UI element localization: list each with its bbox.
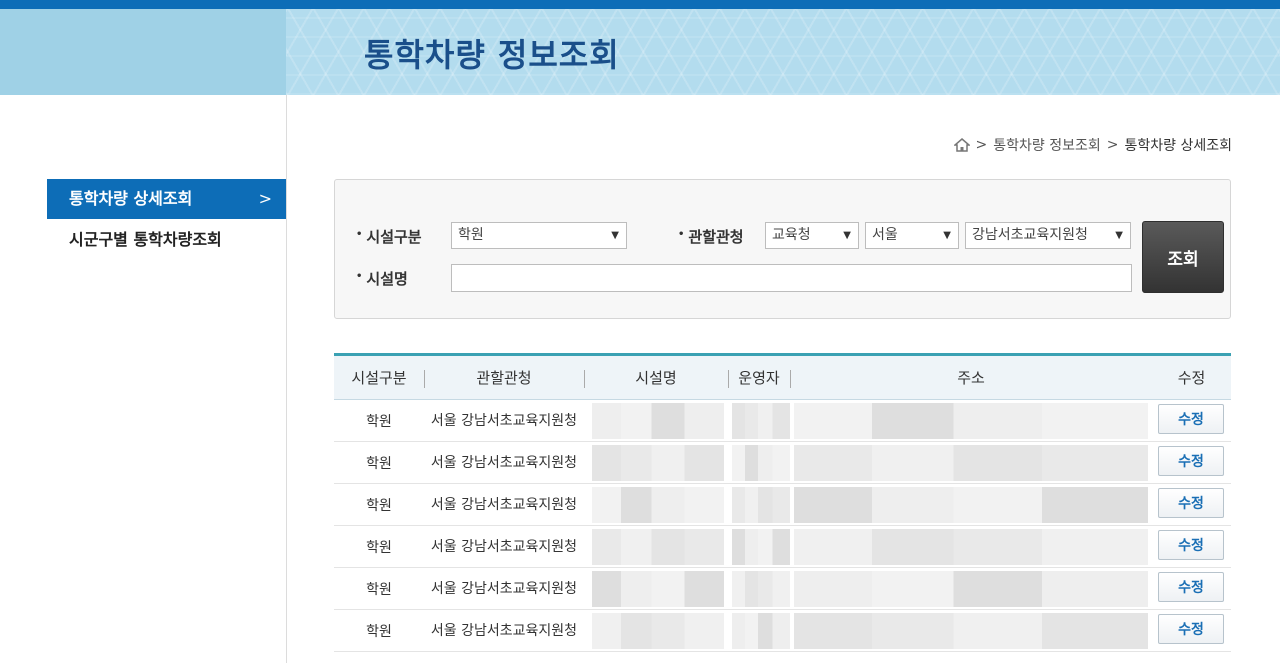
sidebar-item-label: 통학차량 상세조회 <box>69 189 193 208</box>
cell-facility-type: 학원 <box>366 623 392 640</box>
agency-label: • 관할관청 <box>678 228 744 246</box>
cell-facility-type: 학원 <box>366 455 392 472</box>
office-value: 강남서초교육지원청 <box>972 227 1088 243</box>
table-row: 학원 서울 강남서초교육지원청 수정 <box>334 442 1231 484</box>
facility-name-input[interactable] <box>451 264 1132 292</box>
edit-button[interactable]: 수정 <box>1158 614 1224 644</box>
cell-agency: 서울 강남서초교육지원청 <box>430 496 578 513</box>
office-select[interactable]: 강남서초교육지원청 ▼ <box>965 222 1131 249</box>
cell-operator-redacted <box>732 487 790 523</box>
search-panel <box>334 179 1231 319</box>
breadcrumb: > 통학차량 정보조회 > 통학차량 상세조회 <box>952 135 1233 155</box>
page-title: 통학차량 정보조회 <box>364 36 620 74</box>
cell-facility-name-redacted <box>592 445 724 481</box>
bullet-icon: • <box>678 229 685 240</box>
column-header: 운영자 <box>738 369 780 387</box>
facility-type-label: • 시설구분 <box>356 228 422 246</box>
cell-address-redacted <box>794 571 1148 607</box>
cell-operator-redacted <box>732 529 790 565</box>
region-value: 서울 <box>872 227 898 243</box>
table-row: 학원 서울 강남서초교육지원청 수정 <box>334 568 1231 610</box>
sidebar-divider <box>286 95 287 663</box>
edit-button[interactable]: 수정 <box>1158 404 1224 434</box>
cell-operator-redacted <box>732 445 790 481</box>
cell-agency: 서울 강남서초교육지원청 <box>430 412 578 429</box>
table-row: 학원 서울 강남서초교육지원청 수정 <box>334 484 1231 526</box>
edit-button[interactable]: 수정 <box>1158 530 1224 560</box>
edit-button[interactable]: 수정 <box>1158 446 1224 476</box>
cell-facility-name-redacted <box>592 487 724 523</box>
bullet-icon: • <box>356 229 363 240</box>
cell-operator-redacted <box>732 571 790 607</box>
cell-facility-type: 학원 <box>366 539 392 556</box>
dropdown-arrow-icon: ▼ <box>1115 230 1123 241</box>
header-banner-left <box>0 9 286 95</box>
cell-facility-type: 학원 <box>366 581 392 598</box>
top-accent-bar <box>0 0 1280 9</box>
dropdown-arrow-icon: ▼ <box>843 230 851 241</box>
facility-name-label: • 시설명 <box>356 270 408 288</box>
edit-button[interactable]: 수정 <box>1158 488 1224 518</box>
cell-address-redacted <box>794 613 1148 649</box>
column-header: 시설명 <box>635 369 677 387</box>
agency-type-select[interactable]: 교육청 ▼ <box>765 222 859 249</box>
cell-facility-name-redacted <box>592 403 724 439</box>
table-row: 학원 서울 강남서초교육지원청 수정 <box>334 526 1231 568</box>
breadcrumb-separator: > <box>1106 137 1119 153</box>
search-button[interactable]: 조회 <box>1142 221 1224 293</box>
breadcrumb-item[interactable]: 통학차량 정보조회 <box>993 135 1101 155</box>
sidebar-item-district-lookup[interactable]: 시군구별 통학차량조회 <box>47 220 286 260</box>
region-select[interactable]: 서울 ▼ <box>865 222 959 249</box>
cell-facility-type: 학원 <box>366 497 392 514</box>
cell-agency: 서울 강남서초교육지원청 <box>430 454 578 471</box>
cell-agency: 서울 강남서초교육지원청 <box>430 580 578 597</box>
cell-address-redacted <box>794 529 1148 565</box>
table-header: 시설구분 관할관청 시설명 운영자 주소 수정 <box>334 353 1231 400</box>
sidebar-item-label: 시군구별 통학차량조회 <box>69 230 222 249</box>
cell-facility-name-redacted <box>592 613 724 649</box>
cell-facility-name-redacted <box>592 529 724 565</box>
cell-facility-type: 학원 <box>366 413 392 430</box>
breadcrumb-separator: > <box>975 137 988 153</box>
dropdown-arrow-icon: ▼ <box>611 230 619 241</box>
cell-address-redacted <box>794 403 1148 439</box>
cell-agency: 서울 강남서초교육지원청 <box>430 538 578 555</box>
facility-type-value: 학원 <box>458 227 484 243</box>
agency-type-value: 교육청 <box>772 227 811 243</box>
breadcrumb-current: 통학차량 상세조회 <box>1124 138 1233 154</box>
column-header: 관할관청 <box>476 369 532 387</box>
table-row: 학원 서울 강남서초교육지원청 수정 <box>334 610 1231 652</box>
cell-facility-name-redacted <box>592 571 724 607</box>
facility-type-select[interactable]: 학원 ▼ <box>451 222 627 249</box>
chevron-right-icon: > <box>258 189 272 208</box>
column-header: 주소 <box>957 369 985 387</box>
dropdown-arrow-icon: ▼ <box>943 230 951 241</box>
sidebar-item-detail-lookup[interactable]: 통학차량 상세조회 > <box>47 179 286 219</box>
column-header: 수정 <box>1177 369 1206 387</box>
bullet-icon: • <box>356 271 363 282</box>
cell-address-redacted <box>794 487 1148 523</box>
cell-operator-redacted <box>732 403 790 439</box>
cell-operator-redacted <box>732 613 790 649</box>
edit-button[interactable]: 수정 <box>1158 572 1224 602</box>
column-header: 시설구분 <box>351 369 407 387</box>
table-row: 학원 서울 강남서초교육지원청 수정 <box>334 400 1231 442</box>
home-icon[interactable] <box>952 138 971 152</box>
cell-agency: 서울 강남서초교육지원청 <box>430 622 578 639</box>
cell-address-redacted <box>794 445 1148 481</box>
